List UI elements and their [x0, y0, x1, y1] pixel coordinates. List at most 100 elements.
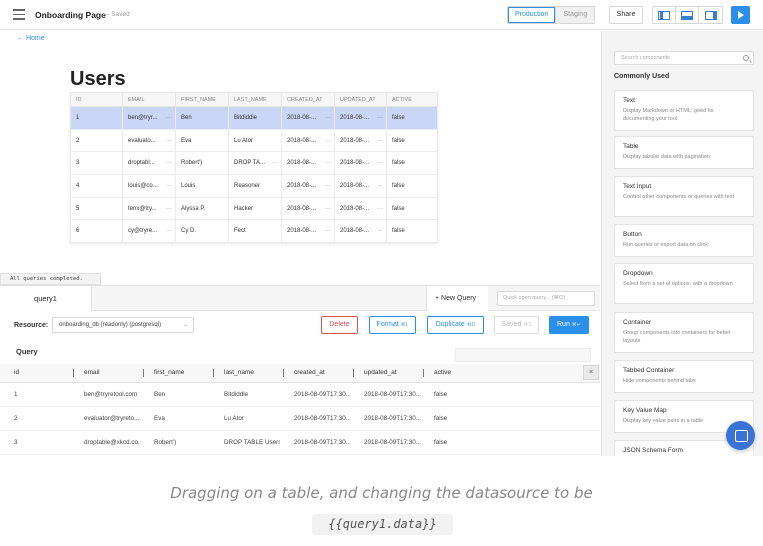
more-icon[interactable]: ··· [166, 183, 172, 189]
column-header[interactable]: id [0, 364, 70, 383]
column-header[interactable]: email [70, 364, 140, 383]
table-cell: Eva [175, 129, 229, 153]
figure-caption: Dragging on a table, and changing the da… [170, 484, 593, 502]
more-icon[interactable]: ··· [377, 206, 383, 212]
tab-query1[interactable]: query1 [0, 286, 92, 311]
more-icon[interactable]: ··· [325, 206, 331, 212]
more-icon[interactable]: ··· [377, 160, 383, 166]
table-cell: Ben [175, 106, 229, 130]
table-cell: ··· louis@co... [122, 174, 176, 198]
table-header-row: ID EMAIL FIRST_NAME LAST_NAME CREATED_AT… [70, 92, 438, 107]
table-row[interactable]: 4 ··· louis@co... Louis Reasoner ··· 2018-… [70, 174, 438, 198]
preview-play-button[interactable] [731, 6, 750, 24]
table-row[interactable]: 5 ··· tenx@try... Alyssa P. Hacker ··· 201… [70, 197, 438, 221]
resource-select[interactable]: onboarding_db (readonly) (postgresql) ⌄ [52, 317, 194, 333]
component-card-button[interactable]: Button Run queries or export data on cli… [614, 224, 754, 257]
search-placeholder: Search components [621, 55, 670, 61]
more-icon[interactable]: ··· [377, 228, 383, 234]
search-icon [743, 55, 749, 61]
table-cell: false [420, 382, 600, 407]
home-link[interactable]: ← Home [17, 35, 45, 42]
column-header[interactable]: UPDATED_AT [334, 92, 387, 107]
column-header[interactable]: created_at [280, 364, 350, 383]
table-row[interactable]: 1 ben@tryretool.com Ben Bitdiddle 2018-0… [0, 382, 600, 407]
component-card-text[interactable]: Text Display Markdown or HTML; good for … [614, 90, 754, 131]
duplicate-button[interactable]: Duplicate ⌘D [427, 316, 484, 334]
share-button[interactable]: Share [609, 6, 643, 24]
saved-button[interactable]: Saved ⌘S [494, 316, 539, 334]
table-cell: Eva [140, 406, 210, 431]
more-icon[interactable]: ··· [166, 160, 172, 166]
table-cell: false [386, 219, 438, 244]
table-cell: false [386, 129, 438, 153]
more-icon[interactable]: ··· [166, 228, 172, 234]
table-cell: 2018-08-09T17:30... [350, 406, 420, 431]
column-header[interactable]: FIRST_NAME [175, 92, 229, 107]
more-icon[interactable]: ··· [377, 138, 383, 144]
more-icon[interactable]: ··· [272, 160, 278, 166]
component-card-dropdown[interactable]: Dropdown Select from a set of options, w… [614, 263, 754, 304]
toggle-bottom-panel-button[interactable] [676, 7, 699, 23]
column-header[interactable]: CREATED_AT [281, 92, 335, 107]
users-table[interactable]: ID EMAIL FIRST_NAME LAST_NAME CREATED_AT… [70, 92, 438, 244]
results-header-row: id email first_name last_name created_at… [0, 364, 600, 383]
table-cell: 4 [70, 174, 123, 198]
chat-icon[interactable] [726, 421, 755, 450]
format-button[interactable]: Format ⌘L [369, 316, 416, 334]
table-cell: 5 [70, 197, 123, 221]
column-header[interactable]: active [420, 364, 600, 383]
table-row[interactable]: 2 ··· evaluato... Eva Lu Ator ··· 2018-08-… [70, 129, 438, 153]
more-icon[interactable]: ··· [377, 183, 383, 189]
page-title[interactable]: Users [70, 68, 126, 91]
resource-label: Resource: [14, 322, 49, 329]
table-row[interactable]: 1 ··· ben@tryr... Ben Bitdiddle ··· 2018-0… [70, 106, 438, 130]
table-cell: ··· 2018-08-... [334, 151, 387, 176]
column-header[interactable]: first_name [140, 364, 210, 383]
component-card-text-input[interactable]: Text Input Control other components or q… [614, 176, 754, 217]
more-icon[interactable]: ··· [166, 138, 172, 144]
table-cell: 2018-08-09T17:30... [350, 430, 420, 455]
query-results-table[interactable]: id email first_name last_name created_at… [0, 364, 600, 455]
query-editor-area[interactable] [455, 348, 591, 362]
editor-canvas[interactable]: ← Home Users ID EMAIL FIRST_NAME LAST_NA… [0, 31, 600, 285]
run-button[interactable]: Run ⌘↵ [549, 316, 589, 334]
component-card-tabbed-container[interactable]: Tabbed Container Hide components behind … [614, 360, 754, 393]
column-header[interactable]: LAST_NAME [228, 92, 282, 107]
more-icon[interactable]: ··· [325, 160, 331, 166]
column-header[interactable]: EMAIL [122, 92, 176, 107]
saved-status: — Saved [103, 11, 130, 18]
quick-open-input[interactable]: Quick open query... (⌘O) [497, 291, 595, 306]
env-production-button[interactable]: Production [508, 7, 557, 23]
column-header[interactable]: ID [70, 92, 123, 107]
menu-icon[interactable] [13, 9, 25, 20]
close-results-button[interactable]: × [583, 365, 599, 380]
more-icon[interactable]: ··· [325, 228, 331, 234]
more-icon[interactable]: ··· [166, 206, 172, 212]
table-row[interactable]: 3 ··· droptabl... Robert') ··· DROP TA... … [70, 151, 438, 176]
page-name[interactable]: Onboarding Page [35, 10, 106, 20]
column-header[interactable]: ACTIVE [386, 92, 438, 107]
more-icon[interactable]: ··· [377, 115, 383, 121]
component-card-container[interactable]: Container Group components into containe… [614, 312, 754, 353]
table-row[interactable]: 6 ··· cy@tryre... Cy D. Fect ··· 2018-08-.… [70, 219, 438, 244]
env-staging-button[interactable]: Staging [556, 7, 595, 23]
delete-button[interactable]: Delete [321, 316, 358, 334]
new-query-button[interactable]: + New Query [426, 286, 488, 311]
column-header[interactable]: updated_at [350, 364, 420, 383]
table-cell: ben@tryretool.com [70, 382, 140, 407]
table-cell: false [386, 106, 438, 130]
table-row[interactable]: 2 evaluator@tryreto... Eva Lu Ator 2018-… [0, 406, 600, 431]
table-row[interactable]: 3 droptable@xkcd.co... Robert') DROP TAB… [0, 430, 600, 455]
more-icon[interactable]: ··· [325, 183, 331, 189]
search-components-input[interactable]: Search components [614, 51, 754, 65]
toggle-right-panel-button[interactable] [699, 7, 722, 23]
layout-toggle-group [652, 6, 723, 24]
more-icon[interactable]: ··· [325, 138, 331, 144]
column-header[interactable]: last_name [210, 364, 280, 383]
more-icon[interactable]: ··· [325, 115, 331, 121]
toggle-left-panel-button[interactable] [653, 7, 676, 23]
component-card-table[interactable]: Table Display tabular data with paginati… [614, 136, 754, 169]
table-cell: ··· 2018-08-... [334, 174, 387, 198]
environment-toggle: Production Staging [507, 6, 596, 24]
more-icon[interactable]: ··· [166, 115, 172, 121]
